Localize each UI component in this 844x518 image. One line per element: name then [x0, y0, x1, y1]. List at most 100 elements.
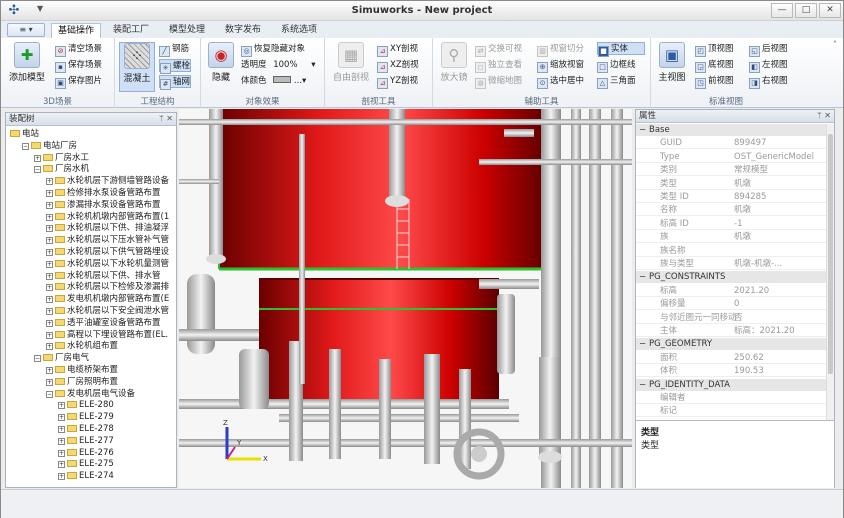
triangle-face-button[interactable]: △ 三角面 [597, 75, 636, 89]
expand-toggle-icon[interactable]: + [58, 437, 65, 445]
property-row[interactable]: 类别 常规模型 [636, 164, 826, 177]
expand-toggle-icon[interactable]: − [34, 166, 41, 174]
split-view-button[interactable]: ▥ 视窗切分 [537, 43, 584, 57]
main-view-button[interactable]: ▣ 主视图 [655, 42, 689, 83]
tree-node[interactable]: + ELE-275 [58, 459, 114, 470]
opacity-value[interactable]: 100% [273, 59, 311, 72]
collapse-icon[interactable]: − [639, 338, 646, 350]
expand-toggle-icon[interactable]: + [46, 260, 53, 268]
props-scroll-thumb[interactable] [828, 134, 833, 374]
property-row[interactable]: 类型 机墩 [636, 177, 826, 190]
close-button[interactable]: ✕ [819, 3, 841, 18]
right-view-button[interactable]: ◨ 右视图 [749, 75, 788, 89]
color-more[interactable]: ... [294, 76, 302, 86]
property-row[interactable]: 体积 190.53 [636, 365, 826, 378]
minimize-button[interactable]: — [771, 3, 793, 18]
tree-node[interactable]: + 水轮机层以下检修及渗漏排 [46, 282, 169, 293]
tree-node[interactable]: − 厂房电气 [34, 353, 89, 364]
tree-node[interactable]: + 渗漏排水泵设备管路布置 [46, 200, 161, 211]
left-view-button[interactable]: ◧ 左视图 [749, 59, 788, 73]
tree-node[interactable]: + ELE-279 [58, 412, 114, 423]
minimap-button[interactable]: ◍ 微缩地图 [475, 75, 522, 89]
center-selection-button[interactable]: ⊙ 选中居中 [537, 75, 584, 89]
property-row[interactable]: 族与类型 机墩-机墩-... [636, 258, 826, 270]
expand-toggle-icon[interactable]: + [46, 178, 53, 186]
expand-toggle-icon[interactable]: + [46, 331, 53, 339]
expand-toggle-icon[interactable]: + [58, 473, 65, 481]
color-swatch[interactable] [273, 76, 292, 83]
expand-toggle-icon[interactable]: + [46, 249, 53, 256]
maximize-button[interactable]: □ [795, 3, 817, 18]
property-row[interactable]: 类型 ID 894285 [636, 191, 826, 203]
clear-scene-button[interactable]: ⊘ 清空场景 [55, 43, 102, 57]
expand-toggle-icon[interactable]: + [58, 414, 65, 422]
rebar-button[interactable]: ╱ 钢筋 [159, 43, 189, 57]
3d-viewport[interactable]: X Z Y [179, 109, 632, 488]
tab-assembly[interactable]: 装配工厂 [107, 23, 155, 38]
tree-node[interactable]: − 厂房水机 [34, 164, 89, 175]
expand-toggle-icon[interactable]: + [34, 154, 41, 162]
tree-node[interactable]: + ELE-274 [58, 471, 114, 482]
xy-section-button[interactable]: ⊿ XY剖视 [377, 43, 418, 57]
yz-section-button[interactable]: ⊿ YZ剖视 [377, 75, 418, 89]
tree-node[interactable]: + 高程以下埋设管路布置(EL. [46, 330, 168, 341]
swap-visible-button[interactable]: ⇄ 交换可视 [475, 43, 522, 57]
property-row[interactable]: 名称 机墩 [636, 204, 826, 217]
tree-node[interactable]: + 厂房水工 [34, 153, 89, 164]
tree-node[interactable]: + ELE-278 [58, 424, 114, 435]
restore-hidden-button[interactable]: ◎ 恢复隐藏对象 [241, 43, 305, 57]
expand-toggle-icon[interactable]: + [46, 378, 53, 386]
tree-pin-close-icon[interactable]: ᛘ ✕ [159, 113, 173, 125]
tree-node[interactable]: + ELE-280 [58, 400, 114, 411]
solid-mode-button[interactable]: ■ 实体 [597, 42, 645, 57]
back-view-button[interactable]: ◱ 后视图 [749, 43, 788, 57]
xz-section-button[interactable]: ⊿ XZ剖视 [377, 59, 419, 73]
front-view-button[interactable]: ◳ 前视图 [695, 75, 734, 89]
color-dropdown-icon[interactable]: ▾ [302, 76, 306, 86]
isolate-view-button[interactable]: ◻ 独立查看 [475, 59, 522, 73]
property-row[interactable]: 族 机墩 [636, 231, 826, 244]
tree-node[interactable]: + 水轮机层下游侧墙管路设备 [46, 176, 169, 187]
expand-toggle-icon[interactable]: + [46, 201, 53, 209]
property-row[interactable]: 标记 [636, 405, 826, 418]
expand-toggle-icon[interactable]: + [46, 319, 53, 327]
tab-basic[interactable]: 基础操作 [51, 23, 102, 38]
expand-toggle-icon[interactable]: + [46, 213, 53, 221]
property-category[interactable]: − PG_GEOMETRY [636, 338, 826, 351]
collapse-icon[interactable]: − [639, 379, 646, 391]
save-scene-button[interactable]: ▪ 保存场景 [55, 59, 102, 73]
expand-toggle-icon[interactable]: + [46, 190, 53, 197]
body-color-control[interactable]: 体颜色 ...▾ [241, 75, 306, 88]
opacity-dropdown-icon[interactable]: ▾ [311, 60, 315, 70]
top-view-button[interactable]: ◰ 顶视图 [695, 43, 734, 57]
property-row[interactable]: 与邻近图元一同移动否 [636, 311, 826, 324]
tree-node[interactable]: + ELE-276 [58, 448, 114, 459]
property-row[interactable]: GUID 899497 [636, 137, 826, 150]
property-row[interactable]: 主体 标高：2021.20 [636, 325, 826, 337]
expand-toggle-icon[interactable]: + [58, 402, 65, 410]
tree-node[interactable]: + 水轮机组布置 [46, 341, 118, 352]
opacity-control[interactable]: 透明度 100% ▾ [241, 59, 316, 72]
free-section-button[interactable]: ▦ 自由剖视 [331, 42, 371, 83]
plant-model-render[interactable]: X Z Y [179, 109, 632, 488]
expand-toggle-icon[interactable]: + [46, 237, 53, 245]
tree-node[interactable]: + 水轮机机墩内部管路布置(1 [46, 212, 169, 223]
tree-node[interactable]: + 水轮机层以下水轮机量测管 [46, 259, 169, 270]
props-scrollbar[interactable] [826, 124, 834, 420]
expand-toggle-icon[interactable]: + [58, 449, 65, 457]
expand-toggle-icon[interactable]: − [34, 355, 41, 363]
tree-node[interactable]: + 厂房照明布置 [46, 377, 118, 388]
property-row[interactable]: 族名称 [636, 244, 826, 257]
tree-node[interactable]: + 电缆桥架布置 [46, 365, 118, 376]
property-category[interactable]: − PG_IDENTITY_DATA [636, 378, 826, 391]
bolt-button[interactable]: ✳ 螺栓 [159, 59, 192, 74]
property-category[interactable]: − Base [636, 124, 826, 136]
expand-toggle-icon[interactable]: + [46, 296, 53, 304]
expand-toggle-icon[interactable]: + [46, 284, 53, 292]
property-row[interactable]: 面积 250.62 [636, 351, 826, 364]
add-model-button[interactable]: ✚ 添加模型 [7, 42, 47, 83]
props-pin-close-icon[interactable]: ᛘ ✕ [817, 110, 831, 122]
property-row[interactable]: 标高 ID -1 [636, 217, 826, 230]
concrete-button[interactable]: ⁘ 混凝土 [119, 42, 155, 92]
zoom-view-button[interactable]: ⊕ 缩放视窗 [537, 59, 584, 73]
